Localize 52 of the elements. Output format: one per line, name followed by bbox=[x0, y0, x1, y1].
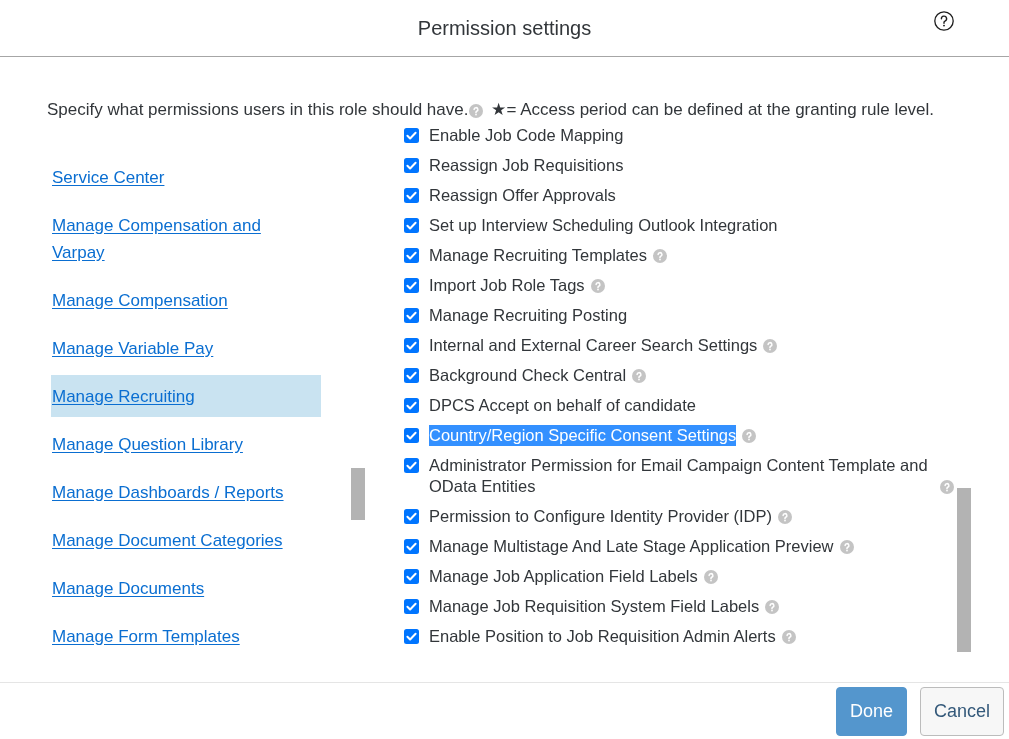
permission-label: Reassign Offer Approvals bbox=[429, 184, 616, 206]
permission-label: Internal and External Career Search Settings bbox=[429, 334, 758, 356]
checkbox[interactable] bbox=[404, 127, 419, 143]
checkbox[interactable] bbox=[404, 508, 419, 524]
permission-label: Manage Job Requisition System Field Labels bbox=[429, 595, 760, 617]
checkbox[interactable] bbox=[404, 457, 419, 473]
scrollbar-thumb[interactable] bbox=[957, 488, 971, 652]
permission-label: Manage Recruiting Posting bbox=[429, 304, 628, 326]
category-link[interactable]: Manage Recruiting bbox=[51, 375, 321, 417]
legend-text: ★= Access period can be defined at the granting rule level. bbox=[491, 100, 935, 120]
permission-label: Import Job Role Tags bbox=[429, 274, 585, 296]
checkbox[interactable] bbox=[404, 367, 419, 383]
permission-label: DPCS Accept on behalf of candidate bbox=[429, 394, 696, 416]
permission-label: Permission to Configure Identity Provider (IDP) bbox=[429, 505, 772, 527]
checkbox[interactable] bbox=[404, 397, 419, 413]
checkbox[interactable] bbox=[404, 538, 419, 554]
category-link[interactable]: Manage Document Categories bbox=[51, 519, 321, 561]
checkbox[interactable] bbox=[404, 277, 419, 293]
permission-label: Set up Interview Scheduling Outlook Integration bbox=[429, 214, 778, 236]
checkbox[interactable] bbox=[404, 247, 419, 263]
permission-label: Background Check Central bbox=[429, 364, 627, 386]
checkbox[interactable] bbox=[404, 568, 419, 584]
category-link[interactable]: Manage Form Templates bbox=[51, 615, 321, 657]
permission-label: Enable Job Code Mapping bbox=[429, 124, 624, 146]
permission-label: Country/Region Specific Consent Settings bbox=[429, 424, 737, 446]
category-link[interactable]: Manage Question Library bbox=[51, 423, 321, 465]
permission-label: Enable Position to Job Requisition Admin Alerts bbox=[429, 625, 776, 647]
permission-label: Manage Job Application Field Labels bbox=[429, 565, 698, 587]
checkbox[interactable] bbox=[404, 307, 419, 323]
category-link[interactable]: Manage Variable Pay bbox=[51, 327, 321, 369]
category-link[interactable]: Manage Documents bbox=[51, 567, 321, 609]
category-link[interactable]: Manage Dashboards / Reports bbox=[51, 471, 321, 513]
checkbox[interactable] bbox=[404, 598, 419, 614]
category-link[interactable]: Service Center bbox=[51, 156, 321, 198]
category-link[interactable]: Manage Compensation and Varpay bbox=[51, 204, 321, 273]
checkbox[interactable] bbox=[404, 187, 419, 203]
permission-label: Manage Recruiting Templates bbox=[429, 244, 647, 266]
checkbox[interactable] bbox=[404, 217, 419, 233]
permission-label: Manage Multistage And Late Stage Application Preview bbox=[429, 535, 834, 557]
cancel-button[interactable]: Cancel bbox=[919, 686, 1004, 736]
checkbox[interactable] bbox=[404, 337, 419, 353]
checkbox[interactable] bbox=[404, 427, 419, 443]
help-icon[interactable] bbox=[934, 11, 954, 31]
checkbox[interactable] bbox=[404, 157, 419, 173]
done-button[interactable]: Done bbox=[835, 686, 907, 736]
dialog-title: Permission settings bbox=[417, 16, 592, 40]
permission-label: Reassign Job Requisitions bbox=[429, 154, 624, 176]
checkbox[interactable] bbox=[404, 628, 419, 644]
description-text: Specify what permissions users in this role should have. bbox=[47, 100, 469, 120]
scrollbar-thumb[interactable] bbox=[351, 468, 365, 520]
category-link[interactable]: Manage Compensation bbox=[51, 279, 321, 321]
permission-label: Administrator Permission for Email Campaign Content Template and OData Entities bbox=[429, 454, 929, 497]
